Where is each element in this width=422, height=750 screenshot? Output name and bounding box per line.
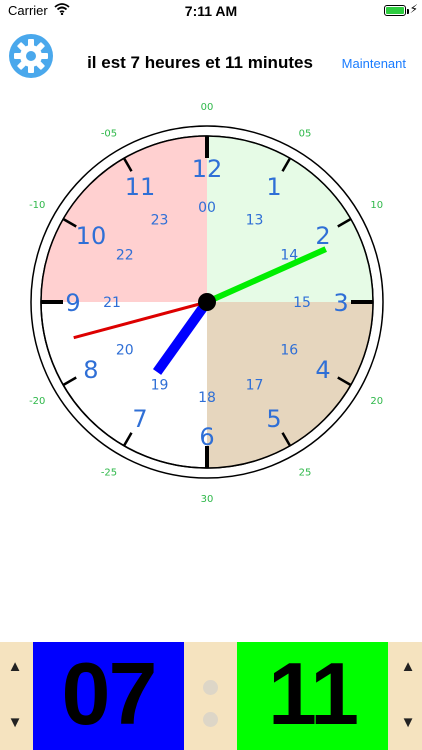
minute-offset-label: -10 bbox=[29, 200, 45, 211]
hour-number-12h: 1 bbox=[266, 173, 281, 201]
quadrant-top-left bbox=[41, 136, 207, 302]
hour-number-12h: 5 bbox=[266, 405, 281, 433]
hour-number-24h: 00 bbox=[198, 200, 216, 216]
status-bar: Carrier 7:11 AM ⚡ bbox=[0, 0, 422, 24]
hour-display[interactable]: 07 bbox=[33, 642, 184, 750]
hour-number-12h: 6 bbox=[199, 423, 214, 451]
time-sentence: il est 7 heures et 11 minutes bbox=[87, 53, 313, 72]
hour-number-24h: 18 bbox=[198, 390, 216, 406]
quadrant-bottom-right bbox=[207, 302, 373, 468]
gear-icon bbox=[9, 34, 53, 78]
colon-dot-bottom bbox=[203, 712, 218, 727]
hour-number-24h: 19 bbox=[151, 377, 169, 393]
hour-number-24h: 13 bbox=[246, 213, 264, 229]
hour-number-12h: 9 bbox=[65, 289, 80, 317]
hour-number-12h: 4 bbox=[315, 356, 330, 384]
hour-number-12h: 2 bbox=[315, 222, 330, 250]
quadrant-top-right bbox=[207, 136, 373, 302]
hour-number-24h: 15 bbox=[293, 295, 311, 311]
minute-digits: 11 bbox=[267, 644, 359, 743]
now-button[interactable]: Maintenant bbox=[342, 56, 406, 71]
minute-offset-label: 25 bbox=[299, 468, 312, 479]
minute-offset-label: 05 bbox=[299, 128, 312, 139]
minute-offset-label: -05 bbox=[101, 128, 117, 139]
hour-up-button[interactable]: ▲ bbox=[0, 658, 30, 675]
minute-offset-label: 10 bbox=[370, 200, 383, 211]
battery-icon bbox=[384, 5, 406, 16]
minute-display[interactable]: 11 bbox=[237, 642, 388, 750]
hour-number-12h: 3 bbox=[333, 289, 348, 317]
status-time: 7:11 AM bbox=[184, 3, 238, 19]
hour-digits: 07 bbox=[61, 644, 158, 743]
minute-up-button[interactable]: ▲ bbox=[393, 658, 422, 675]
hour-number-12h: 7 bbox=[132, 405, 147, 433]
digital-time-bar: ▲ ▼ 07 11 ▲ ▼ bbox=[0, 642, 422, 750]
minute-offset-label: 30 bbox=[201, 494, 214, 505]
clock-center-pin bbox=[198, 293, 216, 311]
hour-number-12h: 10 bbox=[76, 222, 107, 250]
hour-number-12h: 11 bbox=[125, 173, 156, 201]
minute-offset-label: -25 bbox=[101, 468, 117, 479]
colon-dot-top bbox=[203, 680, 218, 695]
minute-down-button[interactable]: ▼ bbox=[393, 714, 422, 731]
hour-number-12h: 8 bbox=[83, 356, 98, 384]
hour-down-button[interactable]: ▼ bbox=[0, 714, 30, 731]
hour-number-24h: 21 bbox=[103, 295, 121, 311]
hour-number-24h: 17 bbox=[246, 377, 264, 393]
minute-offset-label: -20 bbox=[29, 396, 45, 407]
hour-number-24h: 16 bbox=[280, 343, 298, 359]
hour-number-24h: 20 bbox=[116, 343, 134, 359]
settings-gear-button[interactable] bbox=[8, 33, 54, 79]
charging-icon: ⚡ bbox=[409, 2, 418, 16]
analog-clock[interactable]: 00051015202530-25-20-15-10-0512123456789… bbox=[26, 96, 388, 506]
hour-number-24h: 22 bbox=[116, 248, 134, 264]
hour-number-12h: 12 bbox=[192, 155, 223, 183]
minute-offset-label: 00 bbox=[201, 102, 214, 113]
hour-number-24h: 23 bbox=[151, 213, 169, 229]
minute-offset-label: 20 bbox=[370, 396, 383, 407]
